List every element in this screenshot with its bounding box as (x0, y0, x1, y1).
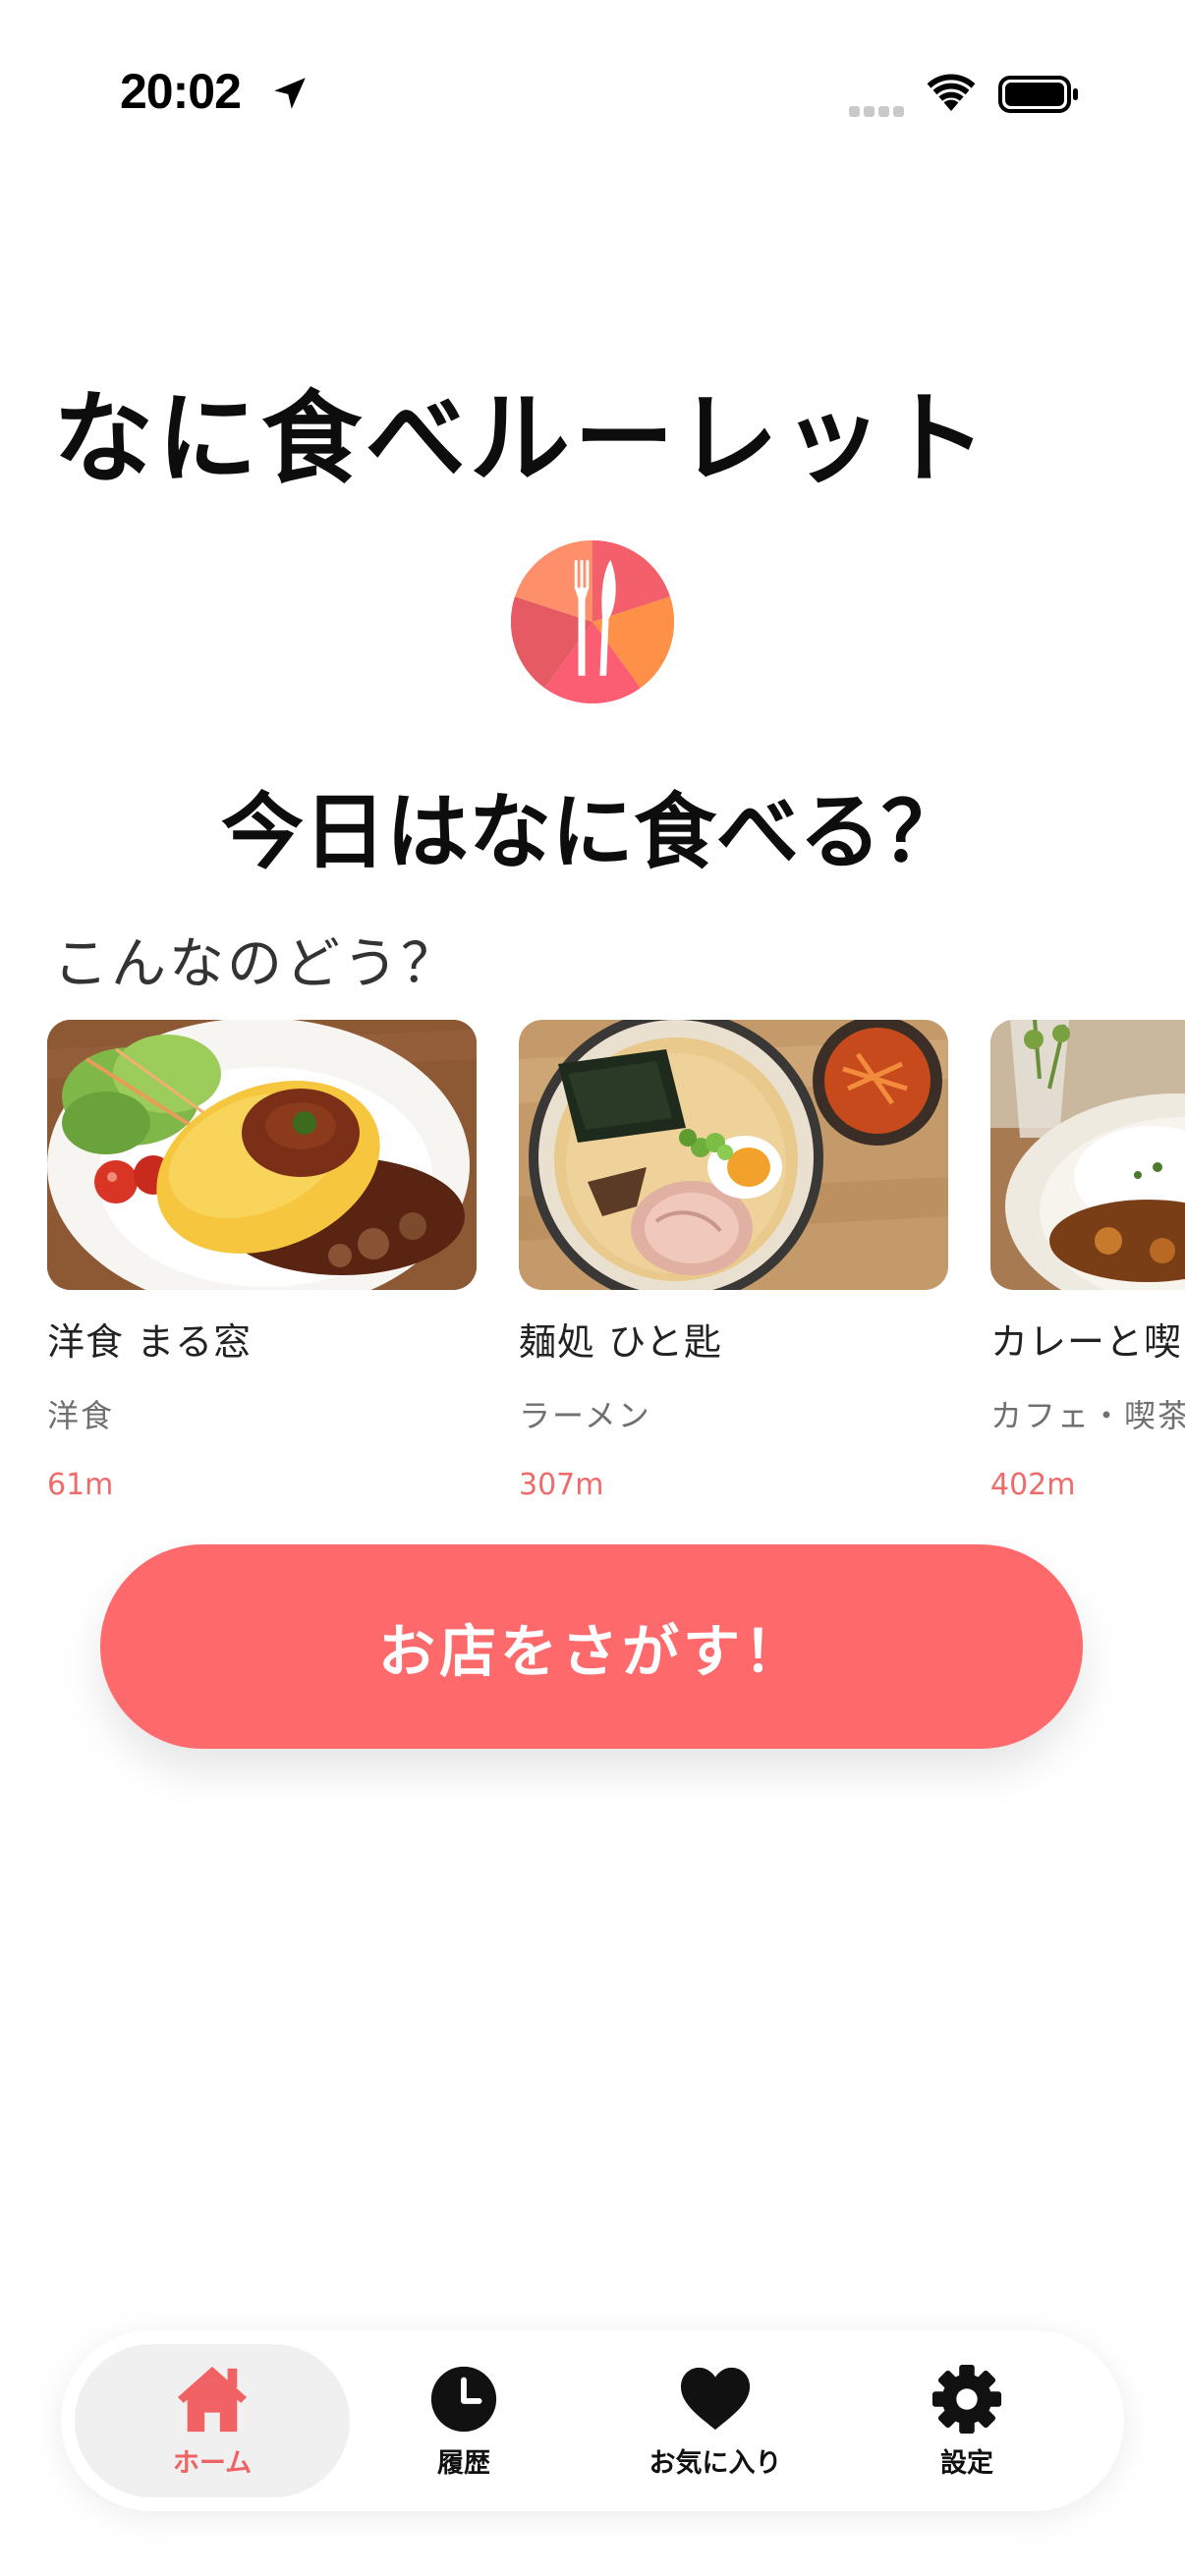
tab-history[interactable]: 履歴 (326, 2344, 601, 2497)
app-title: なに食べルーレット (53, 381, 990, 498)
tab-label: 設定 (940, 2447, 993, 2479)
wifi-icon (927, 74, 976, 111)
location-arrow-icon (274, 78, 306, 109)
restaurant-distance: 307m (519, 1468, 604, 1502)
search-button-label: お店をさがす！ (377, 1618, 805, 1685)
tab-label: ホーム (172, 2447, 253, 2479)
restaurant-card[interactable]: カレーと喫 カフェ・喫茶 402m (990, 1020, 1185, 1502)
restaurant-card[interactable]: 洋食 まる窓 洋食 61m (47, 1020, 477, 1502)
heart-icon (680, 2367, 751, 2430)
tab-label: 履歴 (437, 2447, 490, 2479)
status-bar: 20:02 (0, 0, 1185, 187)
cellular-signal-icon (849, 102, 908, 121)
restaurant-name: 洋食 まる窓 (47, 1320, 253, 1364)
curry-photo (990, 1020, 1185, 1290)
restaurant-distance: 402m (990, 1468, 1076, 1502)
ramen-photo (519, 1020, 948, 1290)
gear-icon (931, 2364, 1002, 2434)
search-restaurant-button[interactable]: お店をさがす！ (100, 1544, 1083, 1749)
tab-bar: ホーム 履歴 お気に入り 設定 (61, 2330, 1124, 2511)
restaurant-card[interactable]: 麺処 ひと匙 ラーメン 307m (519, 1020, 948, 1502)
recommendation-section-label: こんなのどう？ (53, 932, 459, 996)
tab-home[interactable]: ホーム (75, 2344, 350, 2497)
fork-knife-roulette-icon (511, 540, 674, 703)
restaurant-name: 麺処 ひと匙 (519, 1320, 722, 1364)
clock-icon (430, 2366, 497, 2432)
restaurant-genre: 洋食 (47, 1397, 115, 1434)
restaurant-genre: ラーメン (519, 1397, 651, 1434)
restaurant-genre: カフェ・喫茶 (990, 1397, 1185, 1434)
restaurant-name: カレーと喫 (990, 1320, 1183, 1364)
tab-favorites[interactable]: お気に入り (578, 2344, 853, 2497)
restaurant-distance: 61m (47, 1468, 114, 1502)
battery-icon (998, 76, 1078, 113)
status-time: 20:02 (120, 64, 242, 119)
home-icon (177, 2366, 248, 2432)
tab-settings[interactable]: 設定 (829, 2344, 1104, 2497)
tab-label: お気に入り (649, 2447, 782, 2479)
omurice-photo (47, 1020, 477, 1290)
main-question: 今日はなに食べる？ (220, 784, 964, 880)
recommendation-carousel[interactable]: 洋食 まる窓 洋食 61m 麺処 ひと匙 ラーメン 307m カレーと喫 カフェ… (0, 1020, 1185, 1511)
